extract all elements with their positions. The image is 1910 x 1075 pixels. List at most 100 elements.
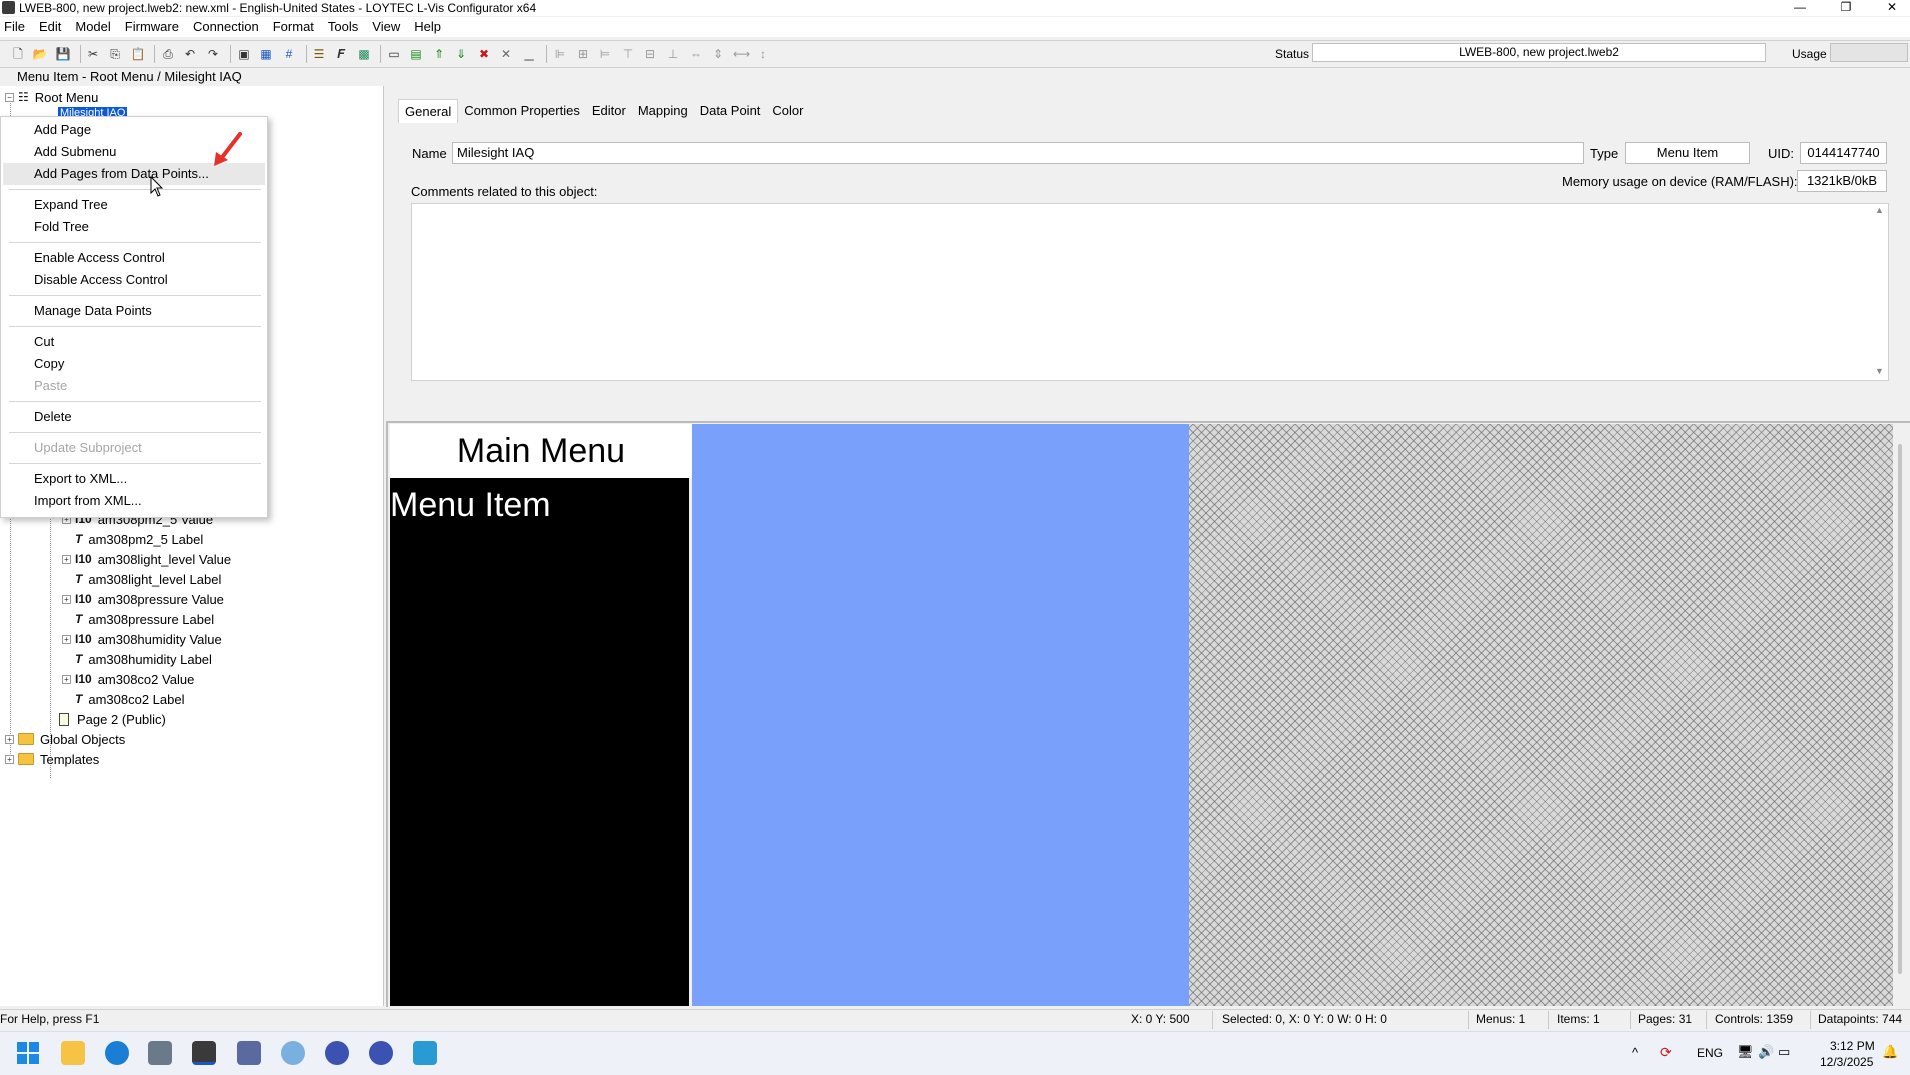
comments-textarea[interactable] <box>411 203 1889 381</box>
app-icon-1[interactable] <box>148 1041 172 1065</box>
page-content-area[interactable] <box>692 424 1189 1006</box>
grid-icon[interactable]: ▦ <box>258 46 274 62</box>
menu-add-submenu[interactable]: Add Submenu <box>34 144 116 159</box>
image-icon[interactable]: ▩ <box>356 46 372 62</box>
menu-manage-data-points[interactable]: Manage Data Points <box>34 303 152 318</box>
scroll-thumb[interactable] <box>1898 444 1902 974</box>
align-bottom-icon[interactable]: ⊥ <box>665 46 681 62</box>
menu-item-panel[interactable] <box>390 478 689 1006</box>
minimize-button[interactable]: — <box>1784 0 1816 16</box>
space-h-icon[interactable]: ⟷ <box>733 46 750 62</box>
layers-icon[interactable]: ▣ <box>236 46 252 62</box>
align-middle-icon[interactable]: ⊟ <box>642 46 658 62</box>
collapse-icon[interactable]: − <box>5 92 14 102</box>
edge-browser-icon[interactable] <box>105 1041 129 1065</box>
layout-icon[interactable]: ☰ <box>311 46 327 62</box>
new-icon[interactable]: 🗋 <box>10 46 26 62</box>
menu-import-xml[interactable]: Import from XML... <box>34 493 142 508</box>
tree-item[interactable]: + I10 am308co2 Value <box>62 669 194 689</box>
align-right-icon[interactable]: ⊨ <box>597 46 613 62</box>
battery-icon[interactable]: ▭ <box>1778 1044 1790 1060</box>
windows-start-icon[interactable] <box>16 1041 40 1065</box>
menu-cut[interactable]: Cut <box>34 334 54 349</box>
tab-general[interactable]: General <box>398 99 459 123</box>
search-icon[interactable] <box>281 1041 305 1065</box>
maximize-button[interactable]: ❐ <box>1830 0 1862 16</box>
language-indicator[interactable]: ENG <box>1697 1046 1723 1060</box>
menu-export-xml[interactable]: Export to XML... <box>34 471 127 486</box>
lvis-configurator-icon[interactable] <box>192 1041 216 1065</box>
file-explorer-icon[interactable] <box>61 1041 85 1065</box>
menu-firmware[interactable]: Firmware <box>118 17 186 37</box>
menu-item-label[interactable]: Menu Item <box>390 486 551 525</box>
close-button[interactable]: ✕ <box>1876 0 1908 16</box>
tree-item[interactable]: Tam308light_level Label <box>75 569 221 589</box>
menu-add-pages-from-data-points[interactable]: Add Pages from Data Points... <box>34 166 209 181</box>
page-icon[interactable]: ▭ <box>386 46 402 62</box>
tab-common-properties[interactable]: Common Properties <box>458 99 586 123</box>
network-icon[interactable]: 🖥 <box>1737 1044 1754 1060</box>
tree-item[interactable]: Tam308humidity Label <box>75 649 212 669</box>
menu-copy[interactable]: Copy <box>34 356 64 371</box>
align-center-icon[interactable]: ⊞ <box>575 46 591 62</box>
network-app-icon-2[interactable] <box>369 1041 393 1065</box>
cut-icon[interactable]: ✂ <box>85 46 101 62</box>
redo-icon[interactable]: ↷ <box>205 46 221 62</box>
tree-item[interactable]: Tam308co2 Label <box>75 689 184 709</box>
name-input[interactable]: Milesight IAQ <box>452 142 1584 164</box>
menu-view[interactable]: View <box>365 17 407 37</box>
tree-page-2[interactable]: Page 2 (Public) <box>59 709 166 729</box>
undo-icon[interactable]: ↶ <box>182 46 198 62</box>
main-menu-header[interactable]: Main Menu <box>390 424 692 478</box>
expand-icon[interactable]: + <box>62 674 71 684</box>
menu-model[interactable]: Model <box>68 17 117 37</box>
save-icon[interactable]: 💾 <box>55 46 71 62</box>
menu-tools[interactable]: Tools <box>321 17 365 37</box>
menu-fold-tree[interactable]: Fold Tree <box>34 219 89 234</box>
menu-edit[interactable]: Edit <box>32 17 68 37</box>
tree-item[interactable]: + I10 am308pressure Value <box>62 589 224 609</box>
volume-icon[interactable]: 🔊 <box>1758 1044 1774 1060</box>
tab-color[interactable]: Color <box>766 99 809 123</box>
menu-file[interactable]: File <box>0 17 32 37</box>
tree-global-objects[interactable]: + Global Objects <box>5 729 125 749</box>
scroll-up-icon[interactable]: ▲ <box>1875 205 1884 215</box>
tree-root-menu[interactable]: − ☷ Root Menu <box>5 87 98 107</box>
move-up-icon[interactable]: ⇑ <box>431 46 447 62</box>
tab-editor[interactable]: Editor <box>586 99 632 123</box>
menu-enable-access-control[interactable]: Enable Access Control <box>34 250 165 265</box>
tree-templates[interactable]: + Templates <box>5 749 99 769</box>
expand-icon[interactable]: + <box>62 634 71 644</box>
expand-icon[interactable]: + <box>5 734 14 744</box>
print-icon[interactable]: ⎙ <box>160 46 176 62</box>
expand-icon[interactable]: + <box>62 594 71 604</box>
notification-icon[interactable]: 🔔 <box>1882 1044 1898 1060</box>
distribute-h-icon[interactable]: ⇔ <box>688 46 704 62</box>
tray-chevron-icon[interactable]: ^ <box>1632 1045 1638 1060</box>
expand-icon[interactable]: + <box>62 554 71 564</box>
menu-add-page[interactable]: Add Page <box>34 122 91 137</box>
scissors-icon[interactable]: ✕ <box>498 46 514 62</box>
tree-item[interactable]: + I10 am308humidity Value <box>62 629 222 649</box>
tray-sync-icon[interactable]: ⟳ <box>1660 1044 1672 1061</box>
add-page-icon[interactable]: ▤ <box>408 46 424 62</box>
tree-item[interactable]: Tam308pm2_5 Label <box>75 529 203 549</box>
snap-icon[interactable]: # <box>281 46 297 62</box>
move-down-icon[interactable]: ⇓ <box>453 46 469 62</box>
tree-item[interactable]: Tam308pressure Label <box>75 609 214 629</box>
align-left-icon[interactable]: ⊫ <box>552 46 568 62</box>
space-v-icon[interactable]: ↕ <box>755 46 771 62</box>
scroll-down-icon[interactable]: ▼ <box>1875 366 1884 376</box>
delete-icon[interactable]: ✖ <box>476 46 492 62</box>
distribute-v-icon[interactable]: ⇕ <box>710 46 726 62</box>
clock-time[interactable]: 3:12 PM <box>1830 1039 1875 1053</box>
tree-item[interactable]: + I10 am308light_level Value <box>62 549 231 569</box>
open-icon[interactable]: 📂 <box>32 46 48 62</box>
expand-icon[interactable]: + <box>5 754 14 764</box>
font-icon[interactable]: 𝑭 <box>333 46 349 62</box>
menu-connection[interactable]: Connection <box>186 17 266 37</box>
paste-icon[interactable]: 📋 <box>130 46 146 62</box>
menu-expand-tree[interactable]: Expand Tree <box>34 197 108 212</box>
tab-mapping[interactable]: Mapping <box>632 99 694 123</box>
app-icon-3[interactable] <box>413 1041 437 1065</box>
